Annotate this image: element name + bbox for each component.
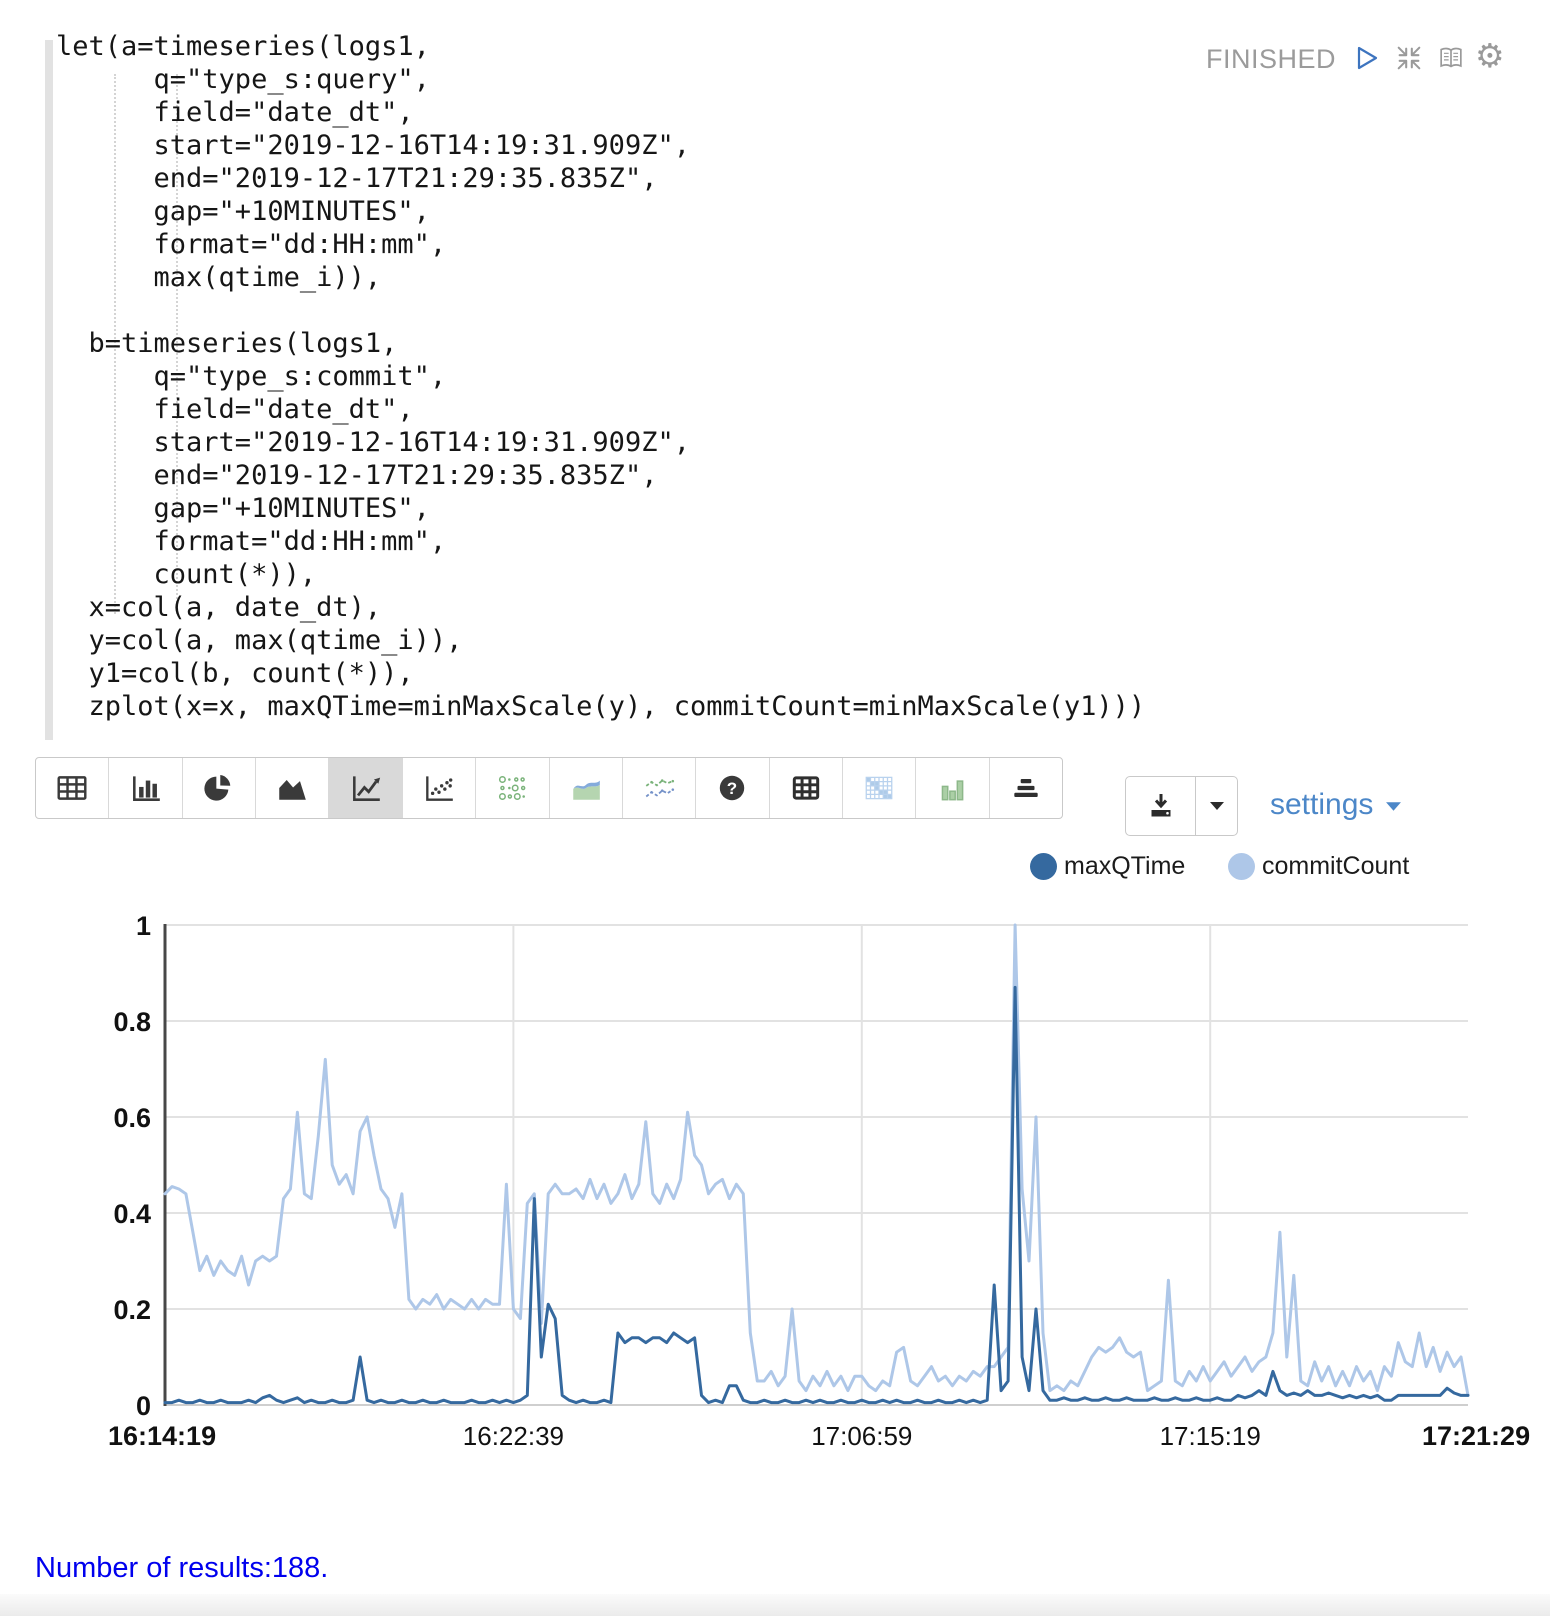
pivot-table-icon	[789, 773, 823, 803]
svg-text:1: 1	[136, 911, 151, 941]
editor-gutter	[45, 40, 53, 740]
code-editor[interactable]: let(a=timeseries(logs1, q="type_s:query"…	[56, 30, 1145, 723]
download-button[interactable]	[1126, 777, 1196, 835]
svg-text:17:21:29: 17:21:29	[1422, 1421, 1530, 1451]
table-icon	[55, 773, 89, 803]
help-icon: ?	[715, 773, 749, 803]
legend-item-maxqtime[interactable]: maxQTime	[1030, 852, 1185, 881]
table-button[interactable]	[36, 758, 108, 818]
settings-toggle[interactable]: settings	[1270, 788, 1402, 822]
collapse-icon[interactable]	[1394, 44, 1424, 72]
scatter-chart-button[interactable]	[402, 758, 475, 818]
line-chart-button[interactable]	[328, 758, 401, 818]
paragraph-status: FINISHED	[1206, 44, 1336, 75]
svg-text:17:06:59: 17:06:59	[811, 1421, 912, 1451]
gear-icon[interactable]: ⚙	[1475, 36, 1505, 75]
svg-text:16:14:19: 16:14:19	[108, 1421, 216, 1451]
svg-text:0: 0	[136, 1391, 151, 1421]
download-options-button[interactable]	[1196, 777, 1237, 835]
stacked-area-button[interactable]	[549, 758, 622, 818]
stacked-area-icon	[569, 773, 603, 803]
svg-text:0.6: 0.6	[113, 1103, 151, 1133]
zeppelin-paragraph: { "paragraph": { "status": "FINISHED", "…	[0, 0, 1550, 1616]
run-play-icon[interactable]	[1352, 44, 1382, 72]
series-color-dot	[1030, 853, 1057, 880]
bubble-grid-icon	[495, 773, 529, 803]
multi-line-icon	[642, 773, 676, 803]
results-count: Number of results:188.	[35, 1552, 328, 1585]
legend-label: commitCount	[1262, 852, 1409, 881]
area-chart-icon	[275, 773, 309, 803]
multi-line-button[interactable]	[622, 758, 695, 818]
help-button[interactable]: ?	[695, 758, 768, 818]
pivot-table-button[interactable]	[769, 758, 842, 818]
green-bars-button[interactable]	[915, 758, 988, 818]
horizontal-bars-icon	[1009, 773, 1043, 803]
svg-text:0.8: 0.8	[113, 1007, 151, 1037]
svg-text:16:22:39: 16:22:39	[463, 1421, 564, 1451]
chevron-down-icon	[1209, 801, 1225, 811]
svg-text:17:15:19: 17:15:19	[1160, 1421, 1261, 1451]
heatmap-icon	[862, 773, 896, 803]
settings-label: settings	[1270, 788, 1373, 821]
area-chart-button[interactable]	[255, 758, 328, 818]
download-split-button	[1125, 776, 1238, 836]
line-chart-icon	[349, 773, 383, 803]
bar-chart-button[interactable]	[108, 758, 181, 818]
horizontal-bars-button[interactable]	[989, 758, 1062, 818]
green-bars-icon	[935, 773, 969, 803]
svg-text:0.2: 0.2	[113, 1295, 151, 1325]
legend-label: maxQTime	[1064, 852, 1185, 881]
pie-chart-button[interactable]	[182, 758, 255, 818]
bar-chart-icon	[129, 773, 163, 803]
svg-text:?: ?	[727, 779, 737, 798]
pie-chart-icon	[202, 773, 236, 803]
next-paragraph-edge	[0, 1594, 1550, 1616]
svg-text:0.4: 0.4	[113, 1199, 151, 1229]
series-color-dot	[1228, 853, 1255, 880]
heatmap-button[interactable]	[842, 758, 915, 818]
timeseries-chart: 0 0.2 0.4 0.6 0.8 1 16:14:19 16:22:39 17:06:59 17…	[90, 880, 1550, 1460]
scatter-chart-icon	[422, 773, 456, 803]
download-icon	[1145, 791, 1177, 821]
bubble-grid-button[interactable]	[475, 758, 548, 818]
legend-item-commitcount[interactable]: commitCount	[1228, 852, 1409, 881]
chart-type-toolbar: ?	[35, 757, 1063, 819]
book-icon[interactable]	[1436, 44, 1466, 72]
chevron-down-icon	[1385, 801, 1402, 812]
